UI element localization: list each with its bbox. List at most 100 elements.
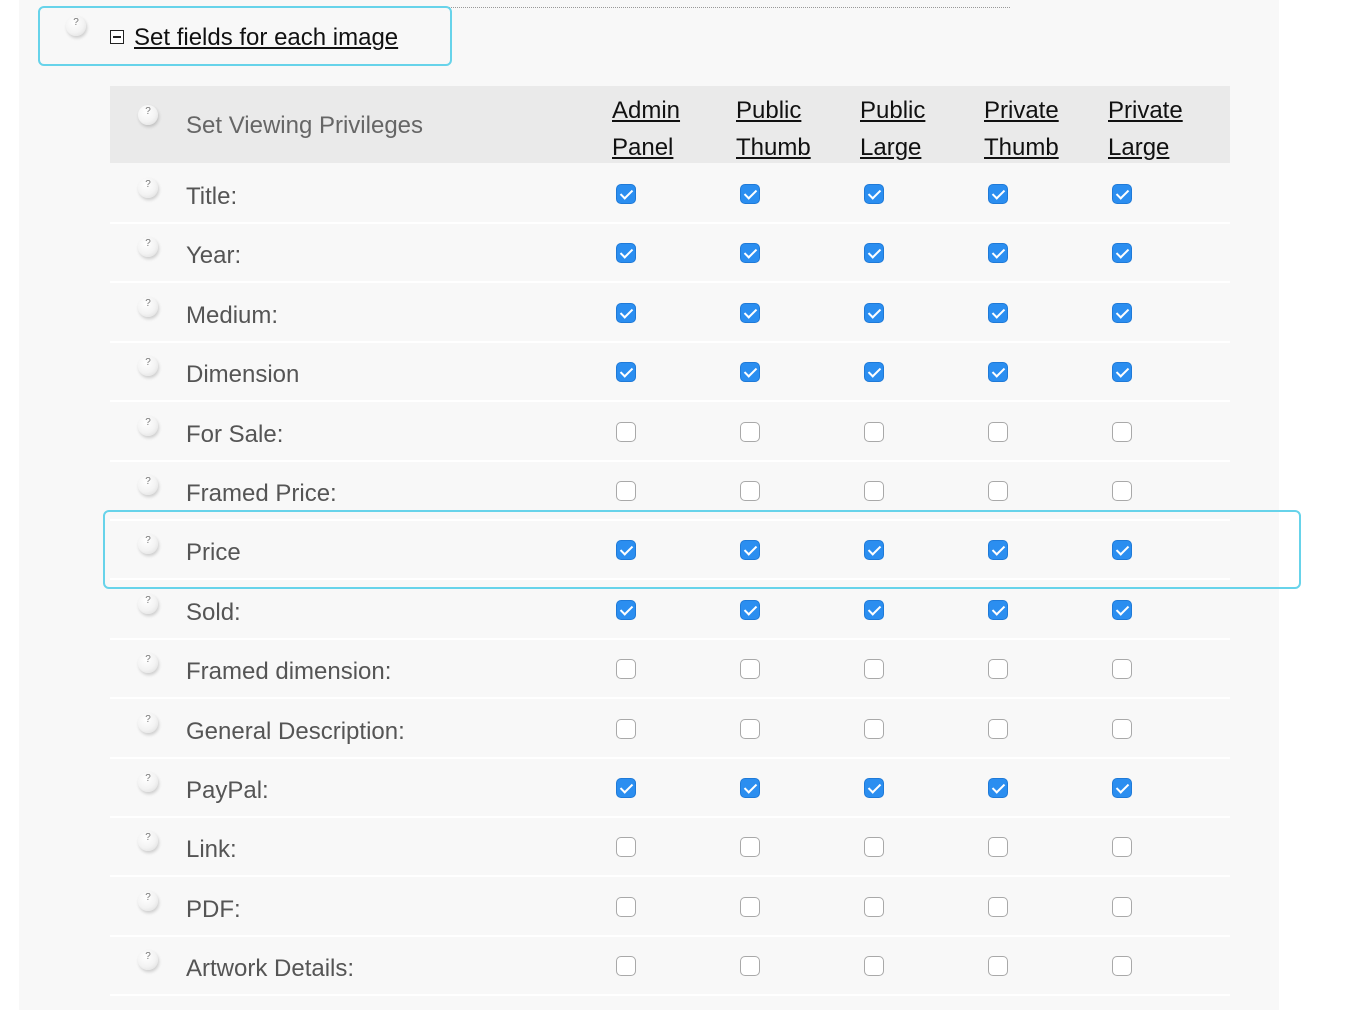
table-row: ? Medium:: [110, 284, 1230, 343]
checkbox-public-large[interactable]: [864, 362, 884, 383]
table-row: ? For Sale:: [110, 403, 1230, 462]
checkbox-private-large[interactable]: [1112, 243, 1132, 264]
help-icon[interactable]: ?: [138, 890, 158, 911]
help-icon[interactable]: ?: [66, 16, 86, 36]
checkbox-admin-panel[interactable]: [616, 599, 636, 620]
checkbox-admin-panel[interactable]: [616, 302, 636, 323]
checkbox-private-thumb[interactable]: [988, 718, 1008, 739]
help-icon[interactable]: ?: [138, 415, 158, 436]
help-icon[interactable]: ?: [138, 356, 158, 377]
checkbox-admin-panel[interactable]: [616, 778, 636, 798]
checkbox-private-large[interactable]: [1112, 599, 1132, 620]
checkbox-public-thumb[interactable]: [740, 421, 760, 442]
checkbox-private-thumb[interactable]: [988, 778, 1008, 798]
column-header-admin-panel[interactable]: Admin Panel: [612, 92, 680, 166]
checkbox-private-thumb[interactable]: [988, 243, 1008, 264]
checkbox-public-thumb[interactable]: [740, 659, 760, 680]
help-icon[interactable]: ?: [138, 475, 158, 495]
checkbox-public-large[interactable]: [864, 540, 884, 561]
help-icon[interactable]: ?: [138, 653, 158, 674]
field-label: Framed Price:: [186, 480, 337, 507]
checkbox-public-thumb[interactable]: [740, 599, 760, 620]
checkbox-admin-panel[interactable]: [616, 421, 636, 442]
checkbox-private-thumb[interactable]: [988, 837, 1008, 858]
checkbox-public-large[interactable]: [864, 896, 884, 917]
checkbox-admin-panel[interactable]: [616, 481, 636, 501]
checkbox-public-thumb[interactable]: [740, 778, 760, 798]
column-header-line: Private: [1108, 97, 1183, 124]
checkbox-private-thumb[interactable]: [988, 540, 1008, 561]
checkbox-private-large[interactable]: [1112, 362, 1132, 383]
checkbox-private-large[interactable]: [1112, 540, 1132, 561]
checkbox-private-large[interactable]: [1112, 421, 1132, 442]
checkbox-public-large[interactable]: [864, 837, 884, 858]
checkbox-private-large[interactable]: [1112, 896, 1132, 917]
checkbox-private-large[interactable]: [1112, 302, 1132, 323]
help-icon[interactable]: ?: [138, 772, 158, 792]
column-header-public-large[interactable]: Public Large: [860, 92, 925, 166]
checkbox-public-large[interactable]: [864, 243, 884, 264]
column-header-public-thumb[interactable]: Public Thumb: [736, 92, 811, 166]
checkbox-admin-panel[interactable]: [616, 659, 636, 680]
checkbox-admin-panel[interactable]: [616, 362, 636, 383]
column-header-private-large[interactable]: Private Large: [1108, 92, 1183, 166]
checkbox-public-thumb[interactable]: [740, 896, 760, 917]
checkbox-public-large[interactable]: [864, 659, 884, 680]
checkbox-private-thumb[interactable]: [988, 896, 1008, 917]
table-row: ? Year:: [110, 224, 1230, 284]
checkbox-private-large[interactable]: [1112, 481, 1132, 501]
checkbox-public-large[interactable]: [864, 302, 884, 323]
checkbox-private-thumb[interactable]: [988, 956, 1008, 977]
help-icon[interactable]: ?: [138, 105, 158, 125]
checkbox-private-thumb[interactable]: [988, 599, 1008, 620]
checkbox-private-thumb[interactable]: [988, 481, 1008, 501]
help-icon[interactable]: ?: [138, 593, 158, 614]
checkbox-private-thumb[interactable]: [988, 302, 1008, 323]
table-row: ? Price: [110, 521, 1230, 581]
checkbox-admin-panel[interactable]: [616, 243, 636, 264]
checkbox-private-thumb[interactable]: [988, 659, 1008, 680]
checkbox-private-large[interactable]: [1112, 184, 1132, 204]
column-header-line: Private: [984, 97, 1059, 124]
checkbox-private-large[interactable]: [1112, 718, 1132, 739]
column-header-private-thumb[interactable]: Private Thumb: [984, 92, 1059, 166]
checkbox-private-thumb[interactable]: [988, 362, 1008, 383]
checkbox-admin-panel[interactable]: [616, 837, 636, 858]
help-icon[interactable]: ?: [138, 712, 158, 733]
checkbox-admin-panel[interactable]: [616, 956, 636, 977]
checkbox-private-large[interactable]: [1112, 778, 1132, 798]
checkbox-public-thumb[interactable]: [740, 302, 760, 323]
checkbox-public-thumb[interactable]: [740, 362, 760, 383]
help-icon[interactable]: ?: [138, 831, 158, 852]
help-icon[interactable]: ?: [138, 296, 158, 317]
collapse-icon[interactable]: [110, 30, 124, 44]
checkbox-private-thumb[interactable]: [988, 184, 1008, 204]
checkbox-public-thumb[interactable]: [740, 956, 760, 977]
checkbox-public-thumb[interactable]: [740, 481, 760, 501]
checkbox-public-large[interactable]: [864, 184, 884, 204]
checkbox-admin-panel[interactable]: [616, 540, 636, 561]
checkbox-public-large[interactable]: [864, 718, 884, 739]
checkbox-public-thumb[interactable]: [740, 184, 760, 204]
checkbox-admin-panel[interactable]: [616, 896, 636, 917]
checkbox-public-large[interactable]: [864, 421, 884, 442]
checkbox-public-large[interactable]: [864, 956, 884, 977]
checkbox-public-thumb[interactable]: [740, 718, 760, 739]
checkbox-private-large[interactable]: [1112, 837, 1132, 858]
checkbox-public-large[interactable]: [864, 481, 884, 501]
checkbox-private-thumb[interactable]: [988, 421, 1008, 442]
checkbox-public-thumb[interactable]: [740, 837, 760, 858]
checkbox-admin-panel[interactable]: [616, 718, 636, 739]
help-icon[interactable]: ?: [138, 534, 158, 555]
help-icon[interactable]: ?: [138, 237, 158, 258]
help-icon[interactable]: ?: [138, 950, 158, 971]
section-title-link[interactable]: Set fields for each image: [134, 24, 398, 52]
checkbox-public-large[interactable]: [864, 778, 884, 798]
checkbox-private-large[interactable]: [1112, 659, 1132, 680]
checkbox-private-large[interactable]: [1112, 956, 1132, 977]
checkbox-admin-panel[interactable]: [616, 184, 636, 204]
checkbox-public-thumb[interactable]: [740, 540, 760, 561]
checkbox-public-large[interactable]: [864, 599, 884, 620]
checkbox-public-thumb[interactable]: [740, 243, 760, 264]
help-icon[interactable]: ?: [138, 178, 158, 198]
